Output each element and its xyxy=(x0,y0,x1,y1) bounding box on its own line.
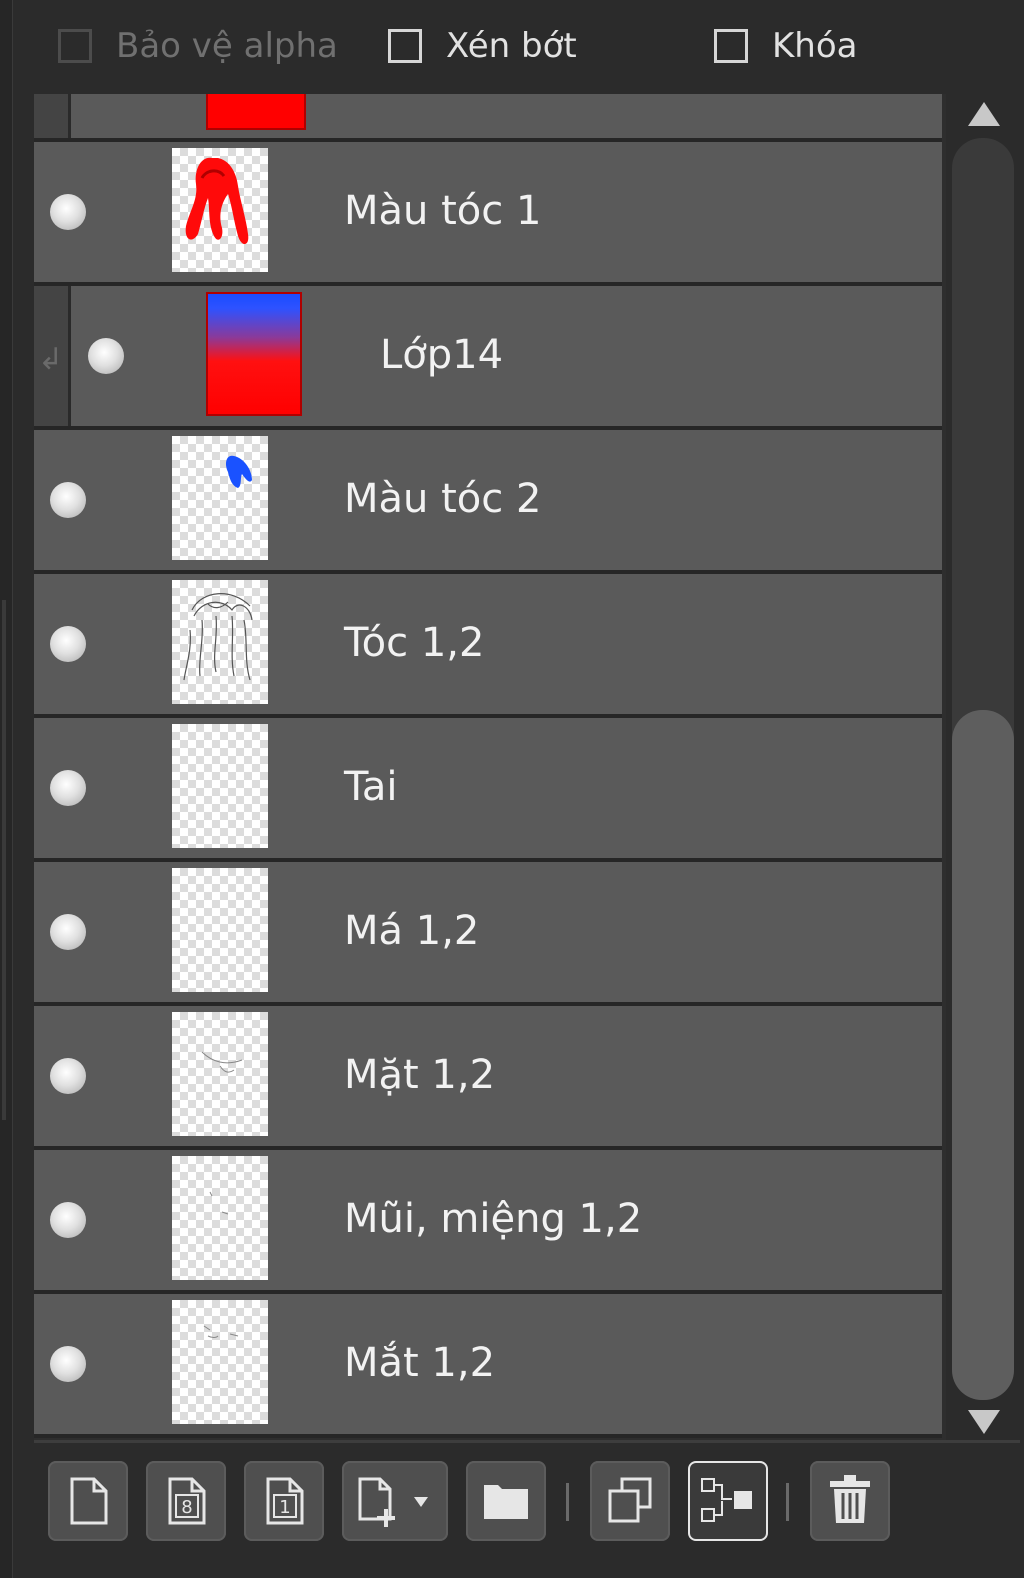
eye-icon[interactable] xyxy=(88,338,124,374)
layer-list: Màu tóc 1 ↲ Lớp14 Màu tóc 2 Tóc 1,2 Tai … xyxy=(34,94,946,1440)
trash-icon xyxy=(830,1475,870,1523)
folder-icon xyxy=(484,1485,528,1519)
layer-name: Má 1,2 xyxy=(344,908,480,954)
add-from-file-icon xyxy=(358,1477,428,1527)
eye-icon[interactable] xyxy=(50,194,86,230)
layer-name: Tai xyxy=(344,764,398,810)
layer-row[interactable]: Tai xyxy=(34,718,942,862)
eye-icon[interactable] xyxy=(50,1346,86,1382)
svg-text:8: 8 xyxy=(181,1497,192,1518)
clip-box[interactable] xyxy=(388,29,422,63)
eye-icon[interactable] xyxy=(50,482,86,518)
clip-indicator: ↲ xyxy=(34,286,71,426)
new-layer-icon xyxy=(70,1477,108,1525)
scroll-thumb[interactable] xyxy=(952,710,1014,1400)
clip-checkbox[interactable]: Xén bớt xyxy=(388,26,577,66)
layer-row[interactable]: Mắt 1,2 xyxy=(34,1294,942,1438)
layer-thumbnail xyxy=(172,580,268,704)
layer-name: Lớp14 xyxy=(380,332,504,378)
layer-thumbnail xyxy=(172,1156,268,1280)
layer-thumbnail xyxy=(172,148,268,272)
layer-name: Mặt 1,2 xyxy=(344,1052,496,1098)
layer-row[interactable]: Tóc 1,2 xyxy=(34,574,942,718)
layer-name: Mắt 1,2 xyxy=(344,1340,496,1386)
toolbar-divider xyxy=(786,1483,789,1521)
new-8bit-layer-icon: 8 xyxy=(168,1477,206,1525)
duplicate-layer-button[interactable] xyxy=(590,1461,670,1541)
layer-list-scrollbar[interactable] xyxy=(948,94,1018,1440)
layer-name: Màu tóc 1 xyxy=(344,188,542,234)
protect-alpha-checkbox[interactable]: Bảo vệ alpha xyxy=(58,26,338,66)
layer-row[interactable]: Má 1,2 xyxy=(34,862,942,1006)
duplicate-icon xyxy=(608,1477,652,1523)
layer-row[interactable]: Mũi, miệng 1,2 xyxy=(34,1150,942,1294)
merge-layer-button[interactable] xyxy=(688,1461,768,1541)
layer-thumbnail xyxy=(172,724,268,848)
layer-thumbnail xyxy=(172,436,268,560)
layer-thumbnail xyxy=(172,868,268,992)
layer-row-partial[interactable] xyxy=(34,94,942,142)
clip-indicator xyxy=(34,94,71,138)
new-folder-button[interactable] xyxy=(466,1461,546,1541)
left-dock-edge xyxy=(0,0,13,1578)
eye-icon[interactable] xyxy=(50,770,86,806)
protect-alpha-box[interactable] xyxy=(58,29,92,63)
layer-options-bar: Bảo vệ alpha Xén bớt Khóa xyxy=(20,0,1020,94)
layer-toolbar: 8 1 xyxy=(34,1440,1020,1563)
eye-icon[interactable] xyxy=(50,626,86,662)
new-1bit-layer-button[interactable]: 1 xyxy=(244,1461,324,1541)
merge-icon xyxy=(701,1478,752,1522)
toolbar-divider xyxy=(566,1483,569,1521)
lock-label: Khóa xyxy=(772,26,858,66)
eye-icon[interactable] xyxy=(50,914,86,950)
layer-thumbnail xyxy=(206,94,306,130)
clip-arrow-icon: ↲ xyxy=(38,342,64,377)
lock-checkbox[interactable]: Khóa xyxy=(714,26,857,66)
clip-label: Xén bớt xyxy=(446,26,577,66)
delete-layer-button[interactable] xyxy=(810,1461,890,1541)
scroll-down-arrow-icon[interactable] xyxy=(968,1410,1000,1434)
eye-icon[interactable] xyxy=(50,1058,86,1094)
svg-text:1: 1 xyxy=(279,1497,290,1518)
layer-name: Màu tóc 2 xyxy=(344,476,542,522)
new-8bit-layer-button[interactable]: 8 xyxy=(146,1461,226,1541)
layer-thumbnail xyxy=(206,292,302,416)
new-1bit-layer-icon: 1 xyxy=(266,1477,304,1525)
layer-row[interactable]: Màu tóc 1 xyxy=(34,142,942,286)
layer-row[interactable]: Mặt 1,2 xyxy=(34,1006,942,1150)
eye-icon[interactable] xyxy=(50,1202,86,1238)
layer-row[interactable]: Màu tóc 2 xyxy=(34,430,942,574)
layer-thumbnail xyxy=(172,1012,268,1136)
new-layer-button[interactable] xyxy=(48,1461,128,1541)
layer-name: Mũi, miệng 1,2 xyxy=(344,1196,643,1242)
layer-name: Tóc 1,2 xyxy=(344,620,485,666)
add-from-file-button[interactable] xyxy=(342,1461,448,1541)
lock-box[interactable] xyxy=(714,29,748,63)
scroll-up-arrow-icon[interactable] xyxy=(968,102,1000,126)
layer-thumbnail xyxy=(172,1300,268,1424)
layer-row-clipped[interactable]: ↲ Lớp14 xyxy=(34,286,942,430)
protect-alpha-label: Bảo vệ alpha xyxy=(116,26,338,66)
